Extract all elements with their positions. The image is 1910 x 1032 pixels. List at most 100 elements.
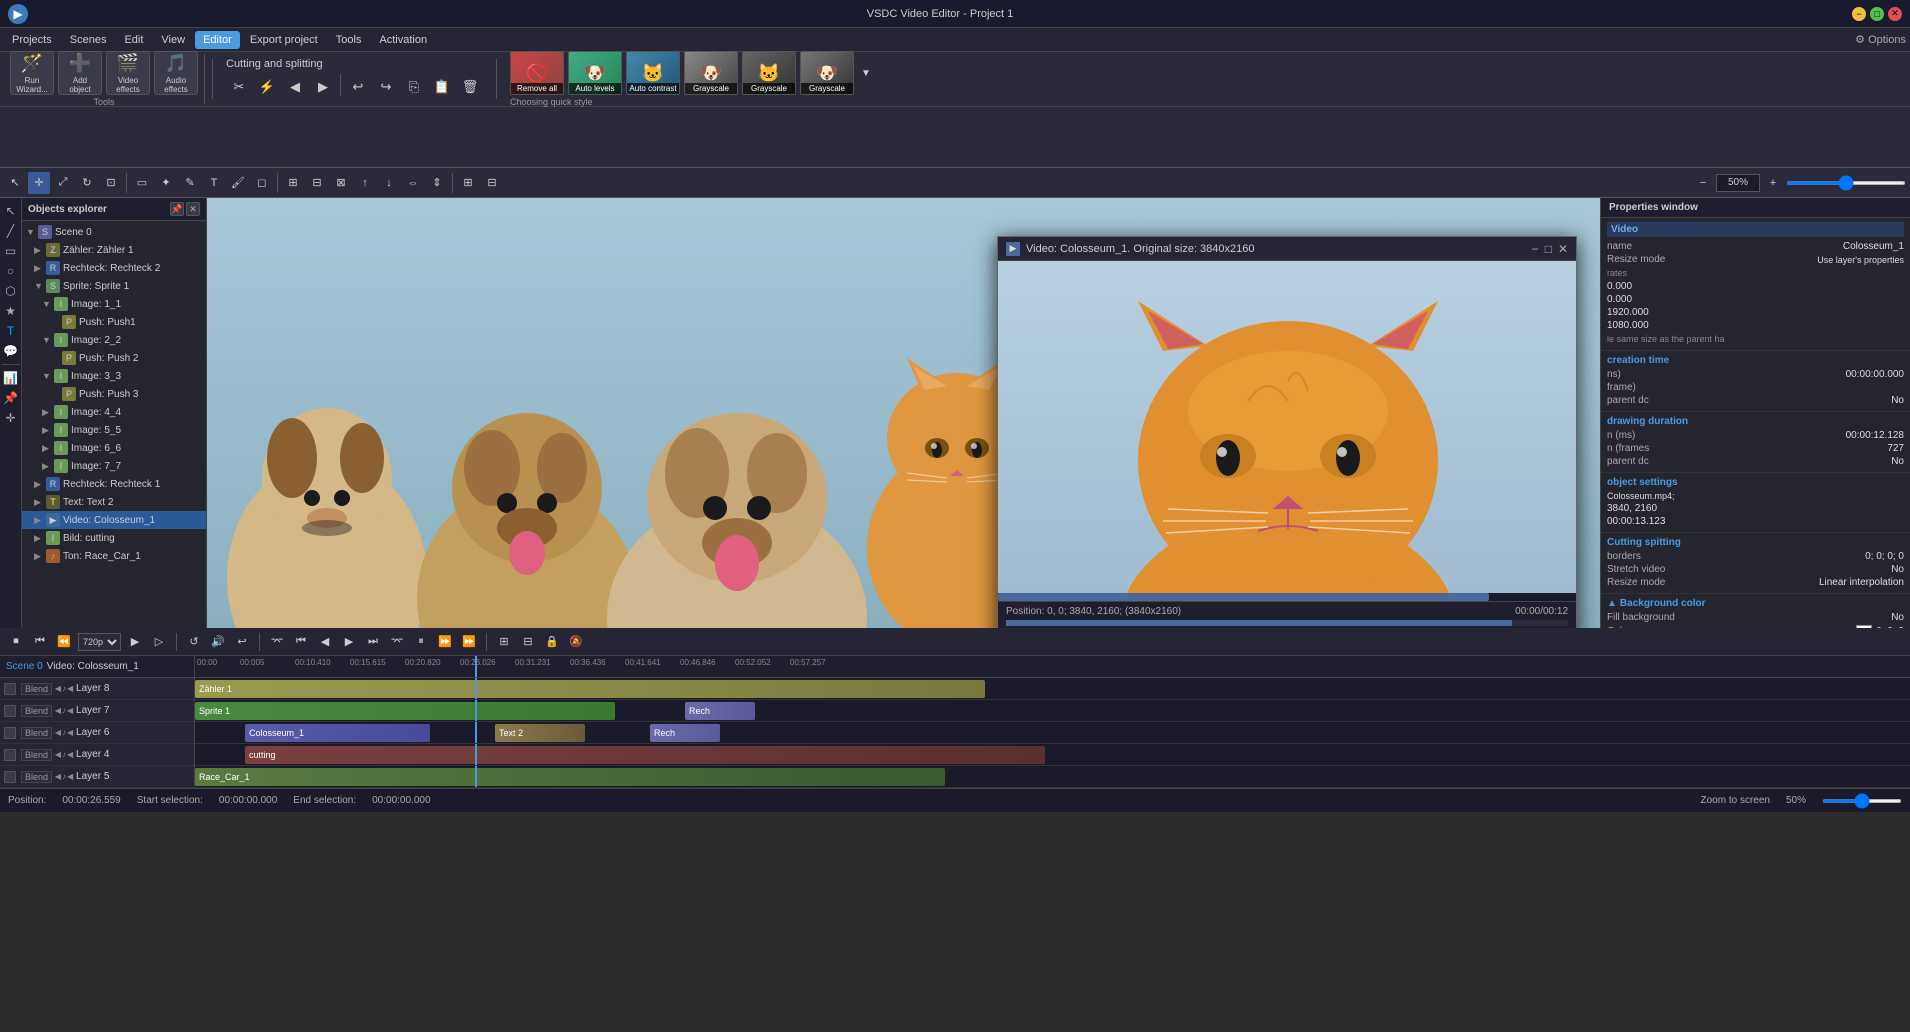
audio8[interactable]: ♪ [62,684,66,693]
align-top[interactable]: ↑ [354,172,376,194]
clip-rech6[interactable]: Rech [650,724,720,742]
trim-left[interactable]: ◀ [282,74,308,100]
eye-layer8[interactable] [4,683,16,695]
copy-btn[interactable]: ⎘ [401,74,427,100]
snap-btn[interactable]: ⊟ [481,172,503,194]
clip-racecar[interactable]: Race_Car_1 [195,768,945,786]
path-tool[interactable]: ✦ [155,172,177,194]
cut-btn[interactable]: ✂ [226,74,252,100]
tree-img55[interactable]: ▶ I Image: 5_5 [22,421,206,439]
popup-hscrollbar[interactable] [998,593,1576,601]
poly-tool[interactable]: ⬡ [2,282,20,300]
tree-zahler1[interactable]: ▶ Z Zähler: Zähler 1 [22,241,206,259]
style-remove-all[interactable]: 🚫 Remove all [510,51,564,95]
blend-layer8[interactable]: Blend [21,683,52,695]
tree-img33[interactable]: ▼ I Image: 3_3 [22,367,206,385]
tree-img11[interactable]: ▼ I Image: 1_1 [22,295,206,313]
tl-expand[interactable]: ⊞ [494,632,514,652]
menu-projects[interactable]: Projects [4,31,60,49]
clip-colosseum[interactable]: Colosseum_1 [245,724,430,742]
blend-layer5[interactable]: Blend [21,771,52,783]
crop-tool[interactable]: ⊡ [100,172,122,194]
tl-vol[interactable]: 🔊 [208,632,228,652]
flip-v[interactable]: ⇕ [426,172,448,194]
style-auto-levels[interactable]: 🐶 Auto levels [568,51,622,95]
clip-zahler1[interactable]: Zähler 1 [195,680,985,698]
scissors-btn[interactable]: ⚡ [254,74,280,100]
align-center[interactable]: ⊟ [306,172,328,194]
audio4[interactable]: ♪ [62,750,66,759]
style-auto-contrast[interactable]: 🐱 Auto contrast [626,51,680,95]
tl-back[interactable]: ↩ [232,632,252,652]
menu-tools[interactable]: Tools [328,31,370,49]
brush-tool[interactable]: 🖌 [227,172,249,194]
vis5[interactable]: ◀ [67,772,73,781]
tree-bild[interactable]: ▶ I Bild: cutting [22,529,206,547]
video-effects-button[interactable]: 🎬 Videoeffects [106,51,150,95]
tl-next[interactable]: ▶ [339,632,359,652]
tree-ton[interactable]: ▶ ♪ Ton: Race_Car_1 [22,547,206,565]
rect-tool[interactable]: ▭ [2,242,20,260]
add-object-button[interactable]: ➕ Addobject [58,51,102,95]
tl-track-6[interactable]: Blend ◀ ♪ ◀ Layer 6 [0,722,194,744]
panel-pin[interactable]: 📌 [170,202,184,216]
style-grayscale2[interactable]: 🐱 Grayscale [742,51,796,95]
color-preview[interactable] [1856,625,1872,628]
menu-scenes[interactable]: Scenes [62,31,115,49]
audio-effects-button[interactable]: 🎵 Audio effects [154,51,198,95]
clip-sprite1[interactable]: Sprite 1 [195,702,615,720]
tree-push2[interactable]: P Push: Push 2 [22,349,206,367]
blend-layer7[interactable]: Blend [21,705,52,717]
move-tool[interactable]: ✛ [28,172,50,194]
zoom-in-btn[interactable]: + [1762,172,1784,194]
vis6[interactable]: ◀ [67,728,73,737]
select-mode-btn[interactable]: ↖ [2,202,20,220]
tl-mark-out[interactable]: ⌤ [387,632,407,652]
flip-h[interactable]: ⇔ [402,172,424,194]
vis4[interactable]: ◀ [67,750,73,759]
tree-push3[interactable]: P Push: Push 3 [22,385,206,403]
tl-start[interactable]: ⏮ [291,632,311,652]
pencil-tool[interactable]: ✎ [179,172,201,194]
style-grayscale3[interactable]: 🐶 Grayscale [800,51,854,95]
tl-track-5[interactable]: Blend ◀ ♪ ◀ Layer 5 [0,766,194,788]
grid-snap[interactable]: ⊞ [457,172,479,194]
eye-layer6[interactable] [4,727,16,739]
tl-lock[interactable]: 🔒 [542,632,562,652]
text-tool[interactable]: T [203,172,225,194]
tl-mark-in[interactable]: ⌤ [267,632,287,652]
tl-stop[interactable]: ⏹ [6,632,26,652]
tree-video1[interactable]: ▶ ▶ Video: Colosseum_1 [22,511,206,529]
trim-right[interactable]: ▶ [310,74,336,100]
speech-bubble[interactable]: 💬 [2,342,20,360]
tree-sprite1[interactable]: ▼ S Sprite: Sprite 1 [22,277,206,295]
eye-layer4[interactable] [4,749,16,761]
tl-track-8[interactable]: Blend ◀ ♪ ◀ Layer 8 [0,678,194,700]
menu-activation[interactable]: Activation [371,31,435,49]
vis8[interactable]: ◀ [67,684,73,693]
status-zoom-slider[interactable] [1822,799,1902,803]
tl-prev-frame[interactable]: ⏪ [54,632,74,652]
tree-img66[interactable]: ▶ I Image: 6_6 [22,439,206,457]
blend-layer4[interactable]: Blend [21,749,52,761]
clip-text2[interactable]: Text 2 [495,724,585,742]
audio6[interactable]: ♪ [62,728,66,737]
popup-minimize[interactable]: − [1532,242,1539,256]
chart-tool[interactable]: 📊 [2,369,20,387]
clip-rech7[interactable]: Rech [685,702,755,720]
maximize-button[interactable]: □ [1870,7,1884,21]
clip-cutting[interactable]: cutting [245,746,1045,764]
panel-close[interactable]: ✕ [186,202,200,216]
eraser-tool[interactable]: ◻ [251,172,273,194]
tl-track-7[interactable]: Blend ◀ ♪ ◀ Layer 7 [0,700,194,722]
quality-select[interactable]: 720p [78,633,121,651]
popup-scrollbar[interactable] [1006,620,1568,626]
tl-mute[interactable]: 🔕 [566,632,586,652]
move-tool-side[interactable]: ✛ [2,409,20,427]
audio7[interactable]: ♪ [62,706,66,715]
zoom-input[interactable]: 50% [1716,174,1760,192]
close-button[interactable]: ✕ [1888,7,1902,21]
tree-text2[interactable]: ▶ T Text: Text 2 [22,493,206,511]
tree-img44[interactable]: ▶ I Image: 4_4 [22,403,206,421]
eye-layer5[interactable] [4,771,16,783]
